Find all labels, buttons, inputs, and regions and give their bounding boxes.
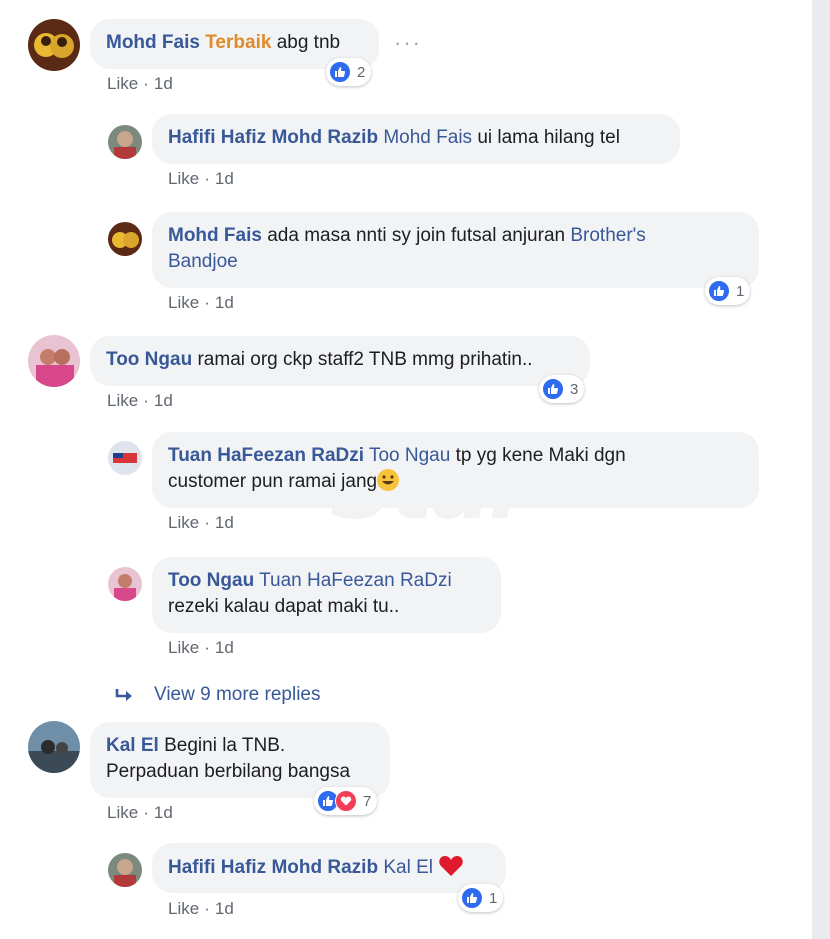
thumbs-up-icon xyxy=(542,378,564,400)
mention-tag[interactable]: Mohd Fais xyxy=(383,127,472,148)
mention-tag-continued[interactable]: Bandjoe xyxy=(168,251,238,272)
reply-meta: Like · 1d xyxy=(168,169,234,188)
comment-bubble: Too Ngau ramai org ckp staff2 TNB mmg pr… xyxy=(90,336,590,386)
reply-bubble: Too Ngau Tuan HaFeezan RaDzi rezeki kala… xyxy=(152,557,501,633)
comment-meta: Like · 1d xyxy=(107,391,173,410)
comment-highlight: Terbaik xyxy=(205,32,272,53)
like-link[interactable]: Like xyxy=(168,513,199,532)
reply-author[interactable]: Too Ngau xyxy=(168,570,254,591)
reply-text: ada masa nnti sy join futsal anjuran xyxy=(267,225,566,246)
heart-icon xyxy=(335,790,357,812)
comment-text: Begini la TNB. xyxy=(164,735,286,756)
more-options-icon[interactable]: ··· xyxy=(394,30,422,56)
comment-text-continued: Perpaduan berbilang bangsa xyxy=(106,761,351,782)
reply-author[interactable]: Hafifi Hafiz Mohd Razib xyxy=(168,857,378,878)
reply-bubble: Tuan HaFeezan RaDzi Too Ngau tp yg kene … xyxy=(152,432,759,508)
timestamp[interactable]: 1d xyxy=(215,169,234,188)
like-link[interactable]: Like xyxy=(168,638,199,657)
avatar[interactable] xyxy=(108,125,142,159)
reply-bubble: Hafifi Hafiz Mohd Razib Kal El xyxy=(152,843,506,893)
reply-meta: Like · 1d xyxy=(168,638,234,657)
thumbs-up-icon xyxy=(708,280,730,302)
reaction-count: 1 xyxy=(489,889,498,907)
avatar[interactable] xyxy=(28,721,80,773)
comment-author[interactable]: Mohd Fais xyxy=(106,32,200,53)
avatar[interactable] xyxy=(108,853,142,887)
reaction-count: 2 xyxy=(357,63,366,81)
reaction-count: 3 xyxy=(570,380,579,398)
reply-meta: Like · 1d xyxy=(168,513,234,532)
reaction-summary[interactable]: 3 xyxy=(539,375,585,403)
view-more-replies-link[interactable]: View 9 more replies xyxy=(114,684,321,706)
timestamp[interactable]: 1d xyxy=(154,803,173,822)
reply-author[interactable]: Hafifi Hafiz Mohd Razib xyxy=(168,127,378,148)
comment-meta: Like · 1d xyxy=(107,803,173,822)
comments-panel: Star Mohd Fais Terbaik abg tnb ··· 2 Lik… xyxy=(0,0,812,939)
reply-author[interactable]: Tuan HaFeezan RaDzi xyxy=(168,445,364,466)
comment-author[interactable]: Too Ngau xyxy=(106,349,192,370)
grinning-face-icon xyxy=(377,469,400,491)
reaction-count: 7 xyxy=(363,792,372,810)
comment-meta: Like · 1d xyxy=(107,74,173,93)
reply-text: tp yg kene Maki dgn xyxy=(455,445,626,466)
reply-text: ui lama hilang tel xyxy=(477,127,620,148)
like-link[interactable]: Like xyxy=(107,803,138,822)
timestamp[interactable]: 1d xyxy=(215,513,234,532)
comment-text: abg tnb xyxy=(276,32,341,53)
reaction-summary[interactable]: 2 xyxy=(326,58,372,86)
reaction-summary[interactable]: 1 xyxy=(705,277,751,305)
avatar[interactable] xyxy=(108,222,142,256)
timestamp[interactable]: 1d xyxy=(215,899,234,918)
like-link[interactable]: Like xyxy=(107,74,138,93)
reply-text-continued: customer pun ramai jang xyxy=(168,471,378,492)
avatar[interactable] xyxy=(108,567,142,601)
mention-tag[interactable]: Kal El xyxy=(383,857,433,878)
reply-meta: Like · 1d xyxy=(168,293,234,312)
like-link[interactable]: Like xyxy=(107,391,138,410)
reaction-count: 1 xyxy=(736,282,745,300)
thumbs-up-icon xyxy=(329,61,351,83)
mention-tag[interactable]: Tuan HaFeezan RaDzi xyxy=(259,570,452,591)
like-link[interactable]: Like xyxy=(168,169,199,188)
red-heart-icon xyxy=(438,854,464,886)
reply-bubble: Mohd Fais ada masa nnti sy join futsal a… xyxy=(152,212,759,288)
like-link[interactable]: Like xyxy=(168,293,199,312)
reply-text: rezeki kalau dapat maki tu.. xyxy=(168,596,400,617)
avatar[interactable] xyxy=(108,441,142,475)
comment-author[interactable]: Kal El xyxy=(106,735,159,756)
like-link[interactable]: Like xyxy=(168,899,199,918)
mention-tag[interactable]: Brother's xyxy=(570,225,645,246)
avatar[interactable] xyxy=(28,335,80,387)
reply-meta: Like · 1d xyxy=(168,899,234,918)
reply-arrow-icon xyxy=(114,686,136,704)
comment-text: ramai org ckp staff2 TNB mmg prihatin.. xyxy=(197,349,533,370)
view-more-label[interactable]: View 9 more replies xyxy=(154,684,321,706)
mention-tag[interactable]: Too Ngau xyxy=(369,445,450,466)
thumbs-up-icon xyxy=(461,887,483,909)
avatar[interactable] xyxy=(28,19,80,71)
timestamp[interactable]: 1d xyxy=(215,638,234,657)
timestamp[interactable]: 1d xyxy=(154,74,173,93)
reply-author[interactable]: Mohd Fais xyxy=(168,225,262,246)
reaction-summary[interactable]: 1 xyxy=(458,884,504,912)
timestamp[interactable]: 1d xyxy=(154,391,173,410)
reaction-summary[interactable]: 7 xyxy=(314,787,378,815)
timestamp[interactable]: 1d xyxy=(215,293,234,312)
reply-bubble: Hafifi Hafiz Mohd Razib Mohd Fais ui lam… xyxy=(152,114,680,164)
